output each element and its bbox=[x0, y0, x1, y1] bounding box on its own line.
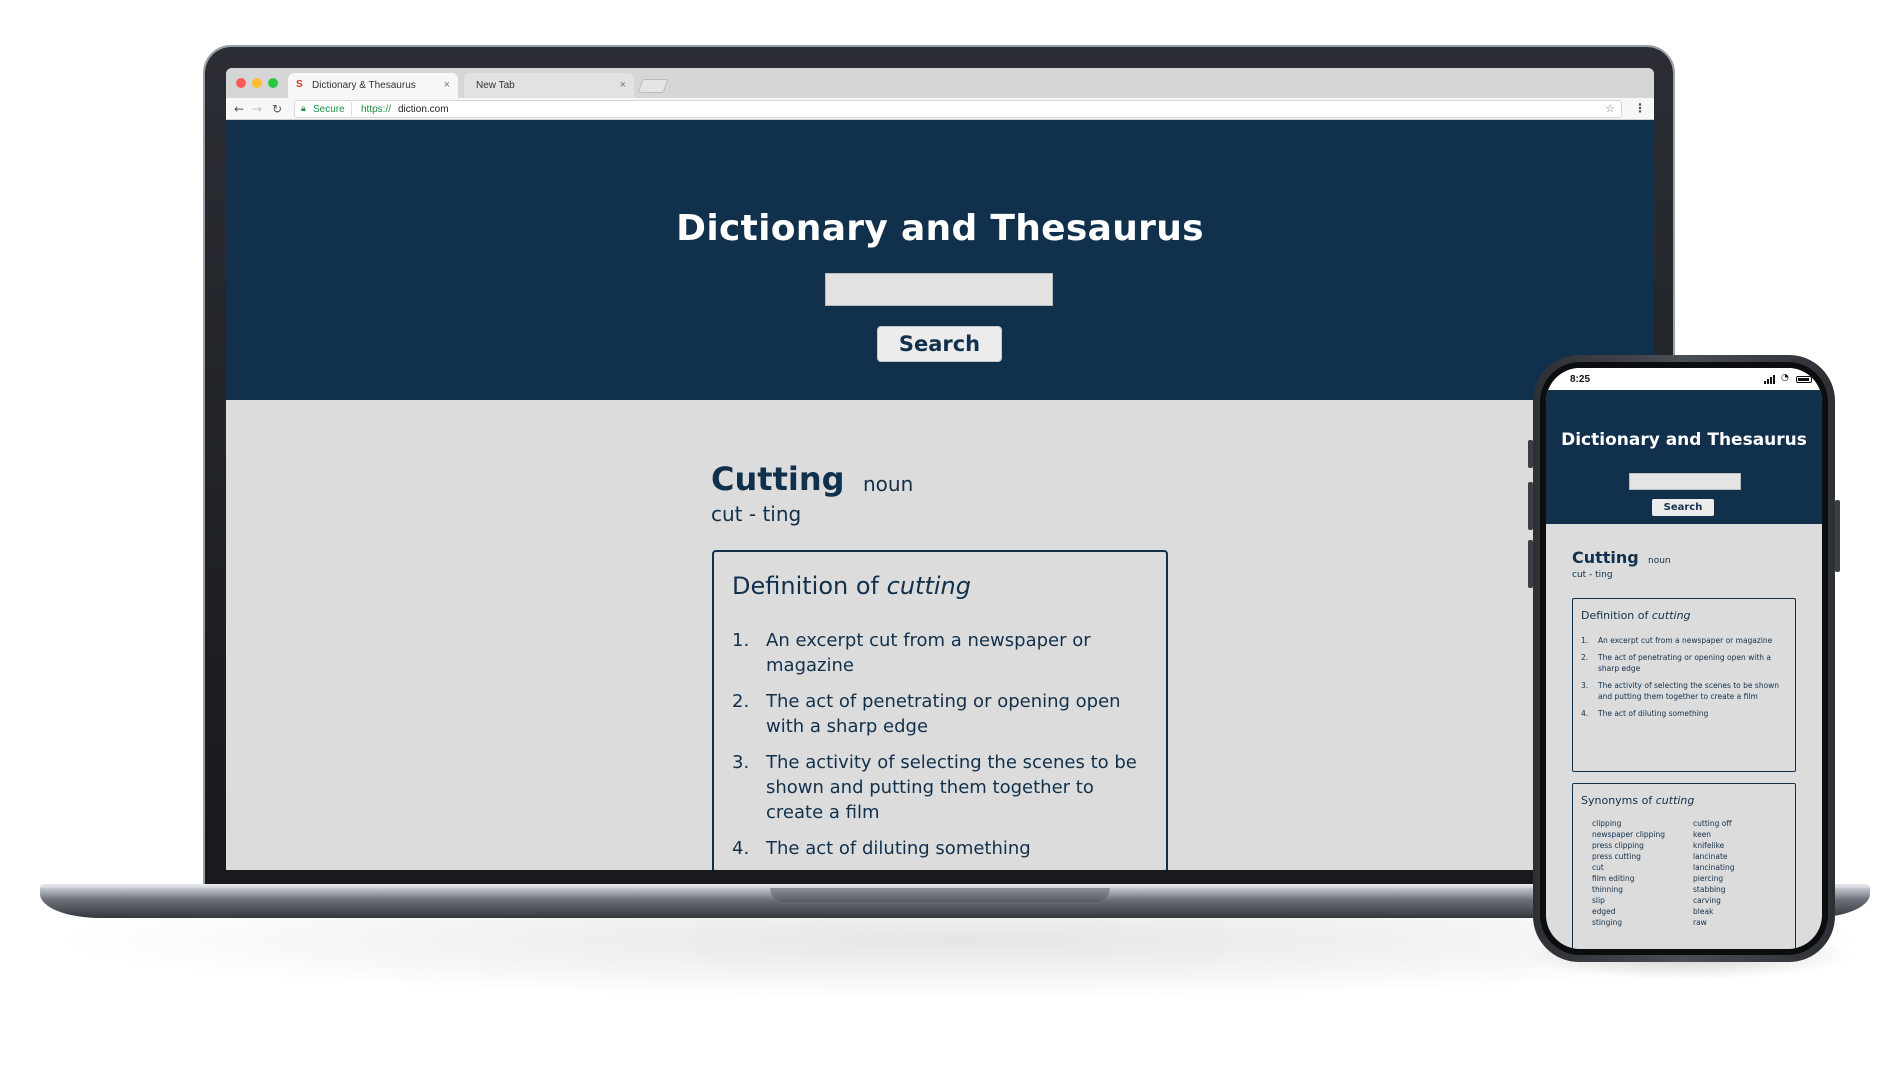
url-separator bbox=[351, 102, 352, 116]
search-button[interactable]: Search bbox=[877, 326, 1002, 362]
synonym-item[interactable]: newspaper clipping bbox=[1592, 829, 1665, 840]
definition-heading: Definition of cutting bbox=[732, 572, 971, 600]
mobile-definition-item: 3. The activity of selecting the scenes t… bbox=[1581, 681, 1780, 701]
tab-title: New Tab bbox=[476, 80, 515, 91]
address-bar[interactable]: 🔒︎ Secure https:// diction.com ☆ bbox=[294, 100, 1622, 118]
favicon-icon: S bbox=[296, 79, 303, 90]
mobile-definition-heading: Definition of cutting bbox=[1581, 609, 1691, 622]
mobile-part-of-speech: noun bbox=[1648, 556, 1671, 566]
mobile-synonyms-card: Synonyms of cutting clipping newspaper c… bbox=[1572, 783, 1796, 949]
entry-section: Cutting noun cut - ting Definition of cu… bbox=[226, 400, 1654, 870]
synonym-item[interactable]: knifelike bbox=[1693, 840, 1735, 851]
window-close-icon[interactable] bbox=[236, 78, 246, 88]
part-of-speech: noun bbox=[863, 472, 914, 496]
wifi-icon: ◔ bbox=[1781, 373, 1789, 383]
synonym-item[interactable]: edged bbox=[1592, 906, 1665, 917]
synonym-item[interactable]: lancinate bbox=[1693, 851, 1735, 862]
mobile-definition-card: Definition of cutting 1. An excerpt cut f… bbox=[1572, 598, 1796, 772]
status-time: 8:25 bbox=[1570, 374, 1591, 385]
synonym-item[interactable]: slip bbox=[1592, 895, 1665, 906]
synonym-item[interactable]: stinging bbox=[1592, 917, 1665, 928]
synonym-item[interactable]: film editing bbox=[1592, 873, 1665, 884]
synonym-item[interactable]: cutting off bbox=[1693, 818, 1735, 829]
syllables: cut - ting bbox=[711, 502, 802, 526]
site-header: Dictionary and Thesaurus Search bbox=[226, 120, 1654, 400]
tab-close-icon[interactable]: × bbox=[620, 79, 626, 91]
url-scheme: https:// bbox=[361, 104, 392, 115]
mobile-definition-item: 1. An excerpt cut from a newspaper or mag… bbox=[1581, 636, 1773, 645]
back-arrow-icon[interactable]: ← bbox=[234, 101, 244, 117]
definition-item: 2. The act of penetrating or opening open… bbox=[732, 691, 1121, 737]
site-title: Dictionary and Thesaurus bbox=[676, 208, 1204, 249]
window-maximize-icon[interactable] bbox=[268, 78, 278, 88]
phone-screen: 8:25 ◔ Dictionary and Thesaurus Search C… bbox=[1546, 368, 1822, 949]
url-host: diction.com bbox=[398, 104, 449, 115]
definition-item: 3. The activity of selecting the scenes t… bbox=[732, 752, 1137, 823]
mobile-definition-item: 4. The act of diluting something bbox=[1581, 709, 1709, 718]
browser-tab-bar: S Dictionary & Thesaurus × New Tab × bbox=[226, 68, 1654, 98]
tab-dictionary[interactable]: S Dictionary & Thesaurus × bbox=[288, 73, 458, 98]
synonym-item[interactable]: press clipping bbox=[1592, 840, 1665, 851]
mobile-search-input[interactable] bbox=[1629, 473, 1741, 490]
mobile-site-title: Dictionary and Thesaurus bbox=[1561, 430, 1807, 450]
synonym-item[interactable]: carving bbox=[1693, 895, 1735, 906]
mobile-syllables: cut - ting bbox=[1572, 570, 1613, 580]
mobile-synonyms-heading-word: cutting bbox=[1655, 794, 1695, 807]
tab-close-icon[interactable]: × bbox=[444, 79, 450, 91]
definition-card: Definition of cutting 1. An excerpt cut f… bbox=[712, 550, 1168, 870]
synonyms-column-2: cutting off keen knifelike lancinate lan… bbox=[1693, 818, 1735, 928]
entry-word: Cutting bbox=[711, 460, 845, 498]
mobile-definition-heading-word: cutting bbox=[1651, 609, 1691, 622]
synonym-item[interactable]: press cutting bbox=[1592, 851, 1665, 862]
definition-list: 1. An excerpt cut from a newspaper or mag… bbox=[732, 628, 1142, 870]
new-tab-button[interactable] bbox=[637, 79, 669, 93]
mobile-entry-word: Cutting bbox=[1572, 548, 1639, 567]
synonym-item[interactable]: lancinating bbox=[1693, 862, 1735, 873]
mockup-stage: S Dictionary & Thesaurus × New Tab × ← →… bbox=[0, 0, 1904, 1077]
menu-dots-icon[interactable]: ⋮ bbox=[1634, 101, 1646, 115]
synonym-item[interactable]: stabbing bbox=[1693, 884, 1735, 895]
definition-item: 1. An excerpt cut from a newspaper or mag… bbox=[732, 630, 1091, 676]
mobile-search-button[interactable]: Search bbox=[1652, 499, 1714, 516]
tab-title: Dictionary & Thesaurus bbox=[312, 80, 416, 91]
synonym-item[interactable]: raw bbox=[1693, 917, 1735, 928]
synonym-item[interactable]: keen bbox=[1693, 829, 1735, 840]
synonym-item[interactable]: clipping bbox=[1592, 818, 1665, 829]
phone-power-button bbox=[1835, 500, 1840, 572]
battery-icon bbox=[1796, 376, 1812, 383]
signal-icon bbox=[1764, 375, 1778, 384]
laptop-notch bbox=[770, 888, 1110, 902]
mobile-definition-item: 2. The act of penetrating or opening open… bbox=[1581, 653, 1772, 673]
bookmark-star-icon[interactable]: ☆ bbox=[1605, 102, 1615, 115]
mobile-synonyms-heading: Synonyms of cutting bbox=[1581, 794, 1695, 807]
forward-arrow-icon[interactable]: → bbox=[252, 101, 262, 117]
synonym-item[interactable]: bleak bbox=[1693, 906, 1735, 917]
definition-item: 4. The act of diluting something bbox=[732, 838, 1031, 859]
synonym-item[interactable]: piercing bbox=[1693, 873, 1735, 884]
window-minimize-icon[interactable] bbox=[252, 78, 262, 88]
secure-label: Secure bbox=[313, 104, 345, 115]
reload-icon[interactable]: ↻ bbox=[272, 101, 282, 117]
phone-status-bar: 8:25 ◔ bbox=[1546, 368, 1822, 390]
search-input[interactable] bbox=[825, 273, 1053, 306]
synonyms-column-1: clipping newspaper clipping press clippi… bbox=[1592, 818, 1665, 928]
synonym-item[interactable]: cut bbox=[1592, 862, 1665, 873]
synonym-item[interactable]: thinning bbox=[1592, 884, 1665, 895]
lock-icon: 🔒︎ bbox=[301, 104, 306, 114]
tab-new-tab[interactable]: New Tab × bbox=[464, 73, 634, 98]
browser-toolbar: ← → ↻ 🔒︎ Secure https:// diction.com ☆ ⋮ bbox=[226, 98, 1654, 120]
mobile-definition-list: 1. An excerpt cut from a newspaper or mag… bbox=[1581, 635, 1786, 725]
mobile-site-header: Dictionary and Thesaurus Search bbox=[1546, 390, 1822, 524]
definition-heading-word: cutting bbox=[886, 572, 971, 600]
laptop-screen: S Dictionary & Thesaurus × New Tab × ← →… bbox=[226, 68, 1654, 870]
